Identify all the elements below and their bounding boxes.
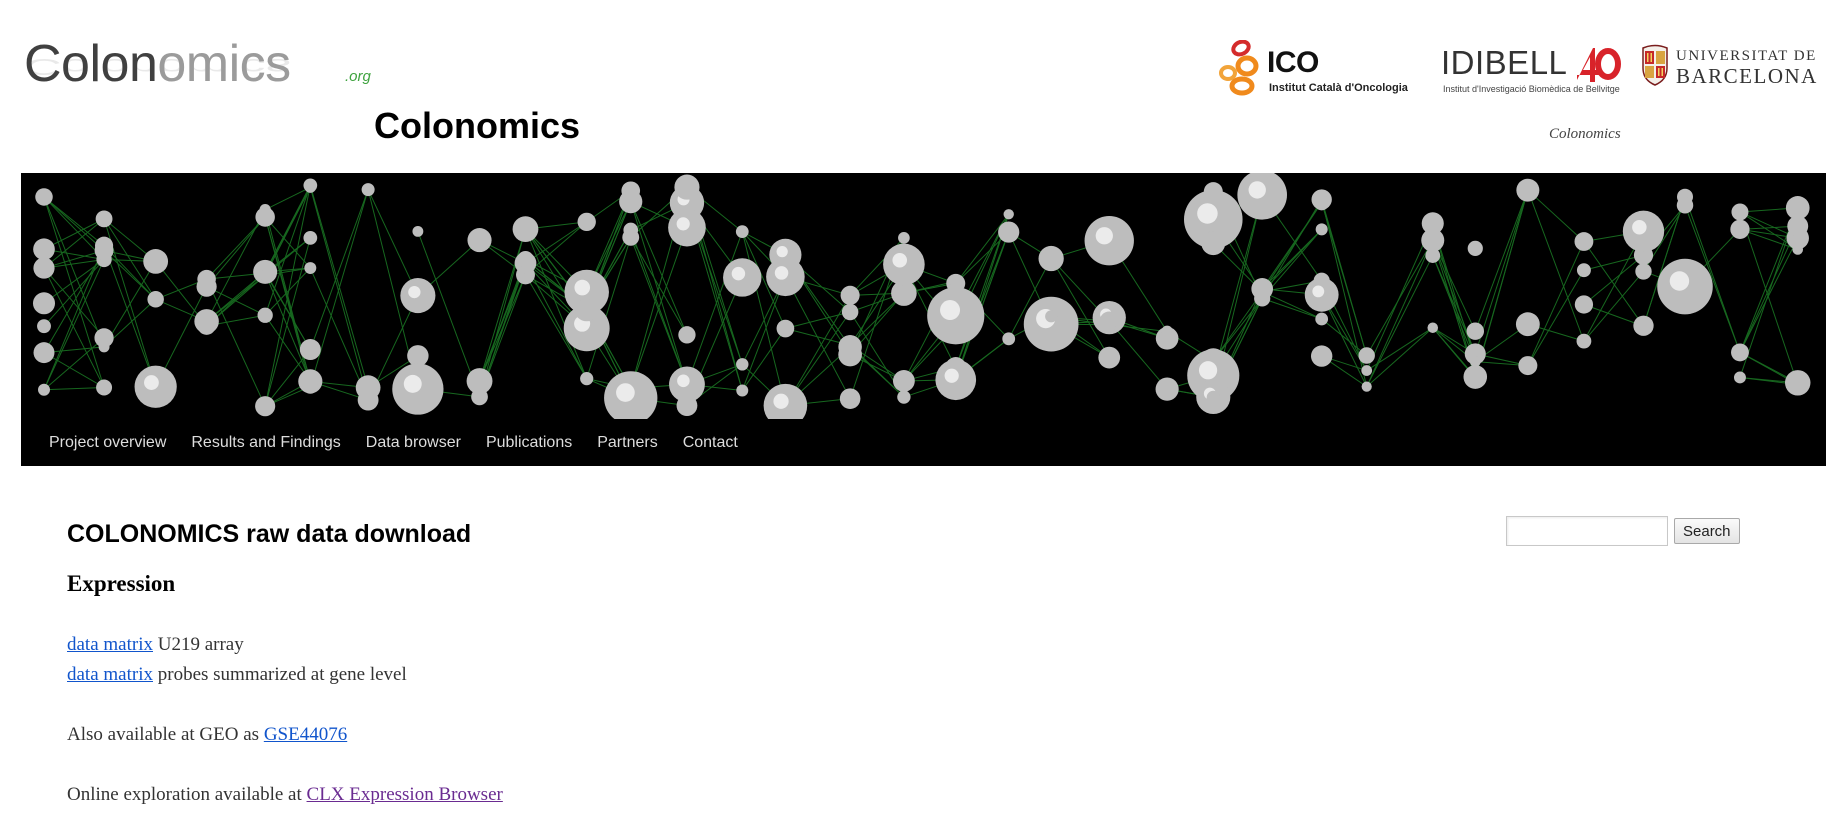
nav-link-partners[interactable]: Partners: [585, 419, 669, 466]
ico-mark-icon: [1219, 40, 1259, 96]
ico-logo[interactable]: ICO Institut Català d'Oncologia: [1215, 38, 1415, 98]
nav-item-data-browser: Data browser: [353, 419, 473, 466]
main-content: COLONOMICS raw data download Expression …: [67, 510, 1367, 810]
geo-line-text: Also available at GEO as: [67, 724, 264, 745]
partner-logos: ICO Institut Català d'Oncologia IDIBELL …: [1215, 38, 1816, 108]
nav-item-contact: Contact: [670, 419, 750, 466]
browser-line: Online exploration available at CLX Expr…: [67, 780, 1367, 810]
nav-link-results-and-findings[interactable]: Results and Findings: [179, 419, 352, 466]
nav-item-publications: Publications: [473, 419, 584, 466]
nav-item-project-overview: Project overview: [21, 419, 178, 466]
download-line-u219: data matrix U219 array: [67, 630, 1367, 660]
idibell-logo[interactable]: IDIBELL Institut d'Investigació Biomèdic…: [1441, 42, 1641, 102]
browser-line-text: Online exploration available at: [67, 784, 307, 805]
section-title-expression: Expression: [67, 571, 176, 596]
logo-tld: .org: [345, 68, 371, 85]
download-line-gene-level-text: probes summarized at gene level: [153, 664, 407, 685]
download-line-gene-level: data matrix probes summarized at gene le…: [67, 660, 1367, 690]
idibell-anniversary-icon: [1577, 48, 1621, 82]
university-barcelona-logo[interactable]: UNIVERSITAT DE BARCELONA: [1640, 44, 1820, 104]
download-line-u219-text: U219 array: [153, 634, 244, 655]
idibell-subtitle: Institut d'Investigació Biomèdica de Bel…: [1443, 84, 1620, 94]
logo-wordmark: Colonomics: [24, 34, 291, 94]
nav-link-data-browser[interactable]: Data browser: [354, 419, 473, 466]
data-matrix-gene-level-link[interactable]: data matrix: [67, 664, 153, 685]
university-crest-icon: [1642, 44, 1668, 86]
nav-link-project-overview[interactable]: Project overview: [22, 419, 178, 466]
page-title: COLONOMICS raw data download: [67, 520, 472, 548]
ico-name: ICO: [1267, 46, 1319, 79]
search-form: Search: [1506, 516, 1740, 546]
data-matrix-u219-link[interactable]: data matrix: [67, 634, 153, 655]
nav-link-contact[interactable]: Contact: [671, 419, 750, 466]
geo-line: Also available at GEO as GSE44076: [67, 720, 1367, 750]
site-tagline: Colonomics: [1549, 126, 1621, 142]
logo-part-dark: Colon: [24, 35, 158, 93]
logo-part-light: omics: [157, 35, 291, 93]
university-name-line-1: UNIVERSITAT DE: [1676, 48, 1817, 64]
search-button[interactable]: Search: [1674, 518, 1740, 544]
nav-item-partners: Partners: [584, 419, 669, 466]
network-banner-image: [21, 173, 1826, 419]
nav-link-publications[interactable]: Publications: [474, 419, 584, 466]
network-graph-illustration: [32, 173, 1811, 419]
idibell-name: IDIBELL: [1441, 44, 1568, 81]
university-name-line-2: BARCELONA: [1676, 64, 1818, 88]
main-navigation: Project overview Results and Findings Data…: [21, 419, 1826, 466]
expression-browser-link[interactable]: CLX Expression Browser: [307, 784, 503, 805]
site-title: Colonomics: [374, 105, 581, 146]
colonomics-logo[interactable]: Colonomics Colonomics .org: [24, 30, 384, 110]
ico-subtitle: Institut Català d'Oncologia: [1269, 82, 1408, 94]
nav-item-results-and-findings: Results and Findings: [178, 419, 352, 466]
search-input[interactable]: [1506, 516, 1668, 546]
geo-accession-link[interactable]: GSE44076: [264, 724, 347, 745]
